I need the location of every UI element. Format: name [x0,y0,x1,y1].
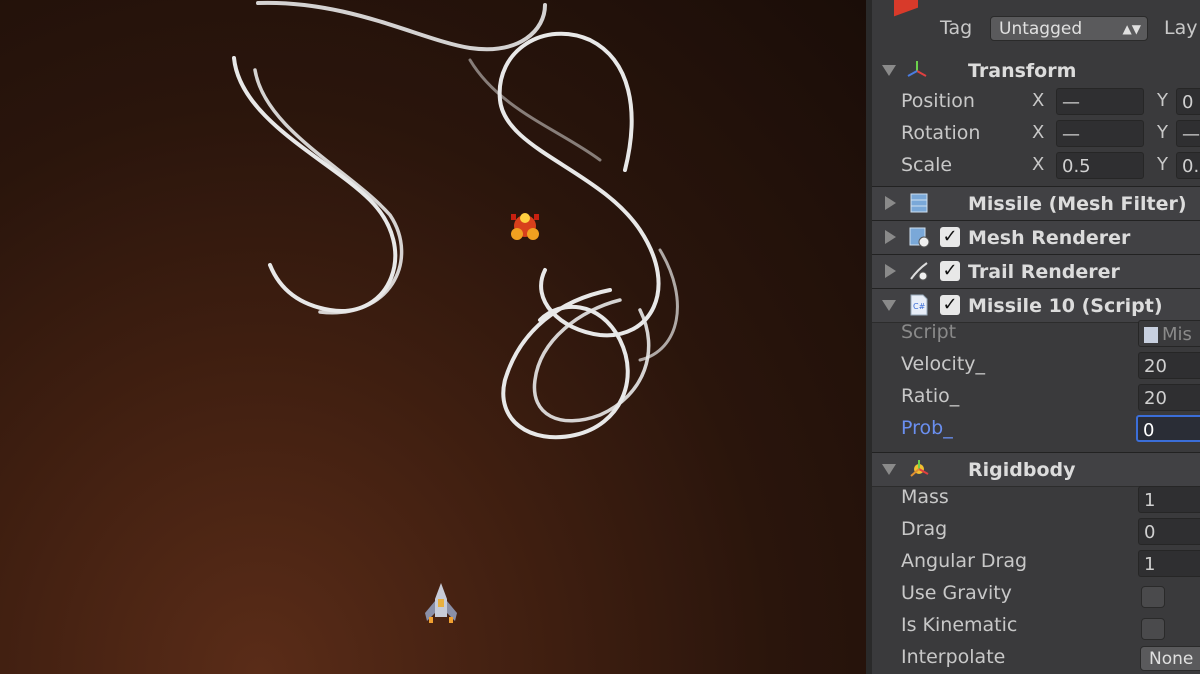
tag-row: Tag Untagged ▲▼ Lay [872,10,1200,42]
scale-row: Scale X 0.5 Y 0. [872,150,1200,182]
mesh-filter-header[interactable]: Missile (Mesh Filter) [872,186,1200,221]
scale-y-label: Y [1157,154,1168,175]
missile-trails [232,0,679,623]
use-gravity-row: Use Gravity [872,580,1200,612]
foldout-down-icon[interactable] [882,464,896,475]
transform-title: Transform [968,60,1077,82]
trail-renderer-header[interactable]: ✓ Trail Renderer [872,254,1200,289]
angular-drag-row: Angular Drag 1 [872,548,1200,580]
enemy-sprite [511,213,539,240]
position-label: Position [901,90,975,112]
mesh-renderer-icon [909,227,930,248]
svg-text:C#: C# [913,302,926,311]
script-label: Script [901,321,957,343]
position-y-label: Y [1157,90,1168,111]
rigidbody-title: Rigidbody [968,459,1076,481]
rotation-row: Rotation X — Y — [872,118,1200,150]
script-row: Script Mis [872,318,1200,350]
inspector-panel: Tag Untagged ▲▼ Lay Transform Position X… [866,0,1200,674]
trail-renderer-icon [910,262,928,281]
script-value: Mis [1162,324,1192,345]
csharp-script-icon: C# [910,294,928,316]
tag-dropdown[interactable]: Untagged ▲▼ [990,16,1148,41]
rigidbody-icon [910,460,929,477]
trail [256,0,547,52]
tag-label: Tag [940,17,973,39]
drag-field[interactable]: 0 [1138,518,1200,545]
angular-drag-label: Angular Drag [901,550,1028,572]
trail [501,288,630,440]
ratio-label: Ratio_ [901,385,960,407]
ratio-field[interactable]: 20 [1138,384,1200,411]
missile-script-checkbox[interactable]: ✓ [940,295,960,315]
updown-arrow-icon: ▲▼ [1122,22,1141,36]
mesh-renderer-checkbox[interactable]: ✓ [940,227,960,247]
foldout-right-icon[interactable] [885,264,896,278]
rotation-y-field[interactable]: — [1176,120,1200,147]
ratio-row: Ratio_ 20 [872,382,1200,414]
script-file-icon [1144,327,1158,343]
interpolate-row: Interpolate None [872,644,1200,674]
prob-label: Prob_ [901,417,953,439]
foldout-down-icon[interactable] [882,65,896,76]
rotation-y-label: Y [1157,122,1168,143]
trail [497,31,661,338]
game-view [0,0,866,674]
scale-x-label: X [1032,154,1045,175]
player-ship-sprite [425,583,457,623]
mesh-renderer-header[interactable]: ✓ Mesh Renderer [872,220,1200,255]
rotation-x-label: X [1032,122,1045,143]
velocity-row: Velocity_ 20 [872,350,1200,382]
is-kinematic-label: Is Kinematic [901,614,1018,636]
scale-label: Scale [901,154,953,176]
trail-renderer-checkbox[interactable]: ✓ [940,261,960,281]
mass-field[interactable]: 1 [1138,486,1200,513]
mass-row: Mass 1 [872,484,1200,516]
drag-row: Drag 0 [872,516,1200,548]
prob-row: Prob_ 0 [872,414,1200,446]
mesh-filter-icon [910,193,928,213]
position-y-field[interactable]: 0 [1176,88,1200,115]
foldout-right-icon[interactable] [885,196,896,210]
script-object-field: Mis [1138,320,1200,347]
position-x-field[interactable]: — [1056,88,1144,115]
mesh-renderer-title: Mesh Renderer [968,227,1131,249]
mesh-filter-title: Missile (Mesh Filter) [968,193,1187,215]
interpolate-label: Interpolate [901,646,1006,668]
scale-x-field[interactable]: 0.5 [1056,152,1144,179]
transform-gizmo-icon [907,61,927,77]
trail-renderer-title: Trail Renderer [968,261,1120,283]
is-kinematic-row: Is Kinematic [872,612,1200,644]
foldout-right-icon[interactable] [885,230,896,244]
use-gravity-label: Use Gravity [901,582,1012,604]
position-row: Position X — Y 0 [872,86,1200,118]
velocity-label: Velocity_ [901,353,986,375]
mass-label: Mass [901,486,949,508]
missile-script-title: Missile 10 (Script) [968,295,1163,317]
rigidbody-header[interactable]: Rigidbody [872,452,1200,487]
velocity-field[interactable]: 20 [1138,352,1200,379]
is-kinematic-checkbox[interactable] [1141,618,1165,640]
trail [232,56,398,313]
interpolate-dropdown[interactable]: None [1140,646,1200,671]
angular-drag-field[interactable]: 1 [1138,550,1200,577]
layer-label: Lay [1164,17,1198,39]
position-x-label: X [1032,90,1045,111]
rotation-label: Rotation [901,122,981,144]
trail [532,298,651,423]
tag-value: Untagged [999,19,1083,39]
rotation-x-field[interactable]: — [1056,120,1144,147]
transform-header[interactable]: Transform [872,54,1200,87]
prob-field[interactable]: 0 [1136,415,1200,442]
trail [638,248,679,362]
scale-y-field[interactable]: 0. [1176,152,1200,179]
use-gravity-checkbox[interactable] [1141,586,1165,608]
foldout-down-icon[interactable] [882,300,896,311]
drag-label: Drag [901,518,948,540]
